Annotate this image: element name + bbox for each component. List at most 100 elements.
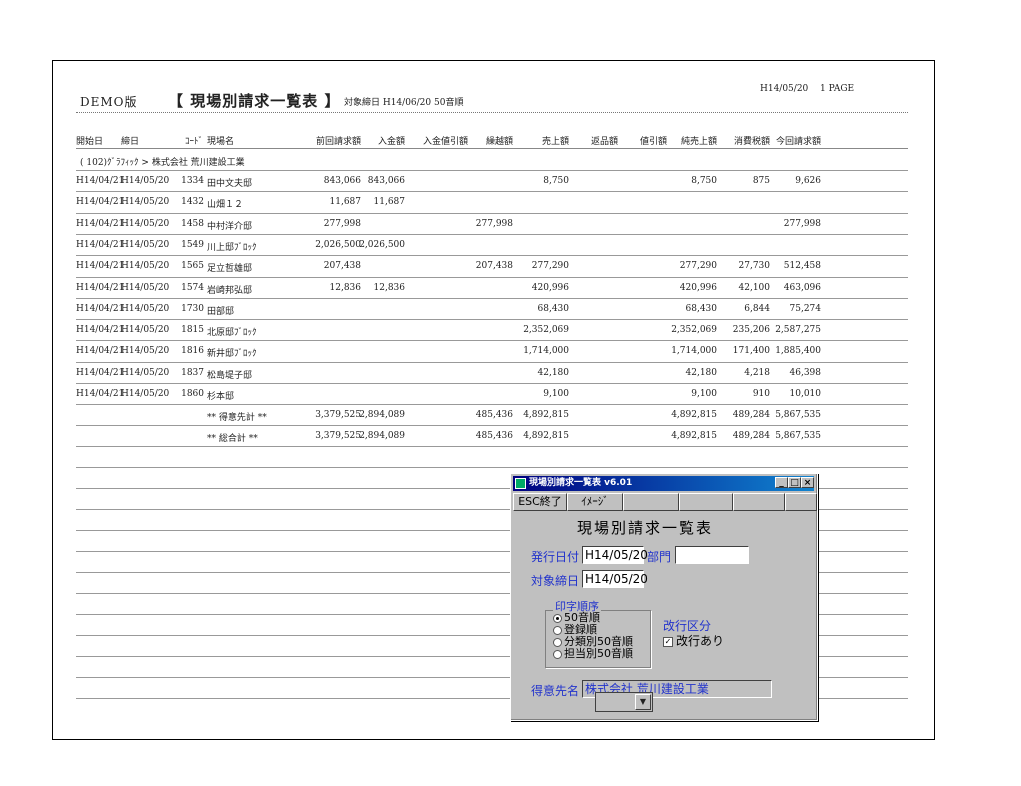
dialog-titlebar[interactable]: 現場別請求一覧表 v6.01 _ □ × [513, 476, 814, 491]
toolbar-button-4[interactable] [679, 493, 733, 511]
table-cell: H14/05/20 [121, 176, 170, 186]
group-label: ( 102)ｸﾞﾗﾌｨｯｸ > 株式会社 荒川建設工業 [80, 158, 245, 168]
table-cell: 277,290 [531, 261, 569, 272]
table-cell: 68,430 [537, 303, 570, 314]
table-cell: 843,066 [367, 176, 405, 186]
table-cell: 田中文夫邸 [207, 179, 253, 189]
table-cell: 1,885,400 [775, 346, 821, 357]
checkbox-checked-icon: ✓ [663, 636, 673, 647]
toolbar-button-3[interactable] [623, 493, 679, 511]
toolbar-button-6[interactable] [785, 493, 817, 511]
dept-field[interactable] [675, 546, 749, 564]
report-date: H14/05/20 [760, 84, 809, 94]
table-cell: 1565 [181, 261, 204, 272]
table-cell: 1730 [181, 303, 204, 314]
radio-icon [553, 637, 562, 647]
subtotal-cell: 4,892,815 [523, 410, 569, 420]
table-cell: 11,687 [373, 197, 406, 208]
column-header: 今回請求額 [775, 137, 821, 147]
table-cell: 北原邸ﾌﾞﾛｯｸ [207, 328, 257, 339]
radio-50on[interactable]: 50音順 [553, 612, 600, 623]
table-cell: 277,998 [783, 218, 821, 229]
table-cell: 8,750 [543, 176, 569, 186]
table-cell: 山畑１２ [207, 200, 244, 211]
demo-label: DEMO版 [80, 95, 138, 109]
row-separator [76, 212, 908, 214]
row-separator [76, 319, 908, 321]
table-cell: H14/05/20 [121, 346, 170, 357]
table-cell: 277,998 [323, 218, 361, 229]
total-cell: 4,892,815 [523, 431, 569, 441]
table-cell: 68,430 [685, 303, 718, 314]
close-icon[interactable]: × [801, 477, 814, 488]
app-icon [515, 478, 526, 489]
customer-combo[interactable]: ▼ [595, 692, 653, 712]
issue-date-field[interactable]: H14/05/20 [582, 546, 648, 564]
table-cell: 512,458 [783, 261, 821, 272]
settings-dialog: 現場別請求一覧表 v6.01 _ □ × ESC終了 ｲﾒｰｼﾞ 現場別請求一覧… [510, 473, 818, 721]
maximize-icon[interactable]: □ [788, 477, 801, 488]
dialog-title: 現場別請求一覧表 v6.01 [529, 478, 633, 488]
radio-registration[interactable]: 登録順 [553, 624, 597, 635]
toolbar-button-5[interactable] [733, 493, 785, 511]
empty-row-line [76, 467, 908, 468]
column-header: 現場名 [207, 137, 235, 147]
radio-category[interactable]: 分類別50音順 [553, 636, 633, 647]
row-separator [76, 383, 908, 384]
table-cell: 463,096 [783, 282, 821, 293]
chevron-down-icon[interactable]: ▼ [635, 694, 651, 710]
table-cell: 1,714,000 [523, 346, 569, 357]
column-header: 締日 [121, 137, 140, 147]
radio-staff[interactable]: 担当別50音順 [553, 648, 633, 659]
table-cell: H14/05/20 [121, 367, 170, 378]
table-cell: 1432 [181, 197, 204, 208]
image-button[interactable]: ｲﾒｰｼﾞ [567, 493, 623, 511]
table-cell: H14/04/21 [76, 367, 125, 378]
table-cell: 川上邸ﾌﾞﾛｯｸ [207, 242, 257, 253]
table-cell: 9,100 [543, 389, 569, 399]
table-cell: 10,010 [789, 389, 822, 399]
close-date-field[interactable]: H14/05/20 [582, 570, 648, 588]
table-cell: H14/05/20 [121, 303, 170, 314]
table-cell: 2,352,069 [671, 325, 717, 336]
table-cell: 1334 [181, 176, 204, 186]
checkbox-label: 改行あり [676, 634, 725, 648]
esc-exit-button[interactable]: ESC終了 [513, 493, 567, 511]
table-cell: 46,398 [789, 367, 822, 378]
header-divider [76, 112, 908, 113]
minimize-icon[interactable]: _ [775, 477, 788, 488]
pagebreak-label: 改行区分 [663, 619, 712, 633]
total-cell: 5,867,535 [775, 431, 821, 441]
table-cell: 1,714,000 [671, 346, 717, 357]
table-cell: 12,836 [373, 282, 406, 293]
radio-icon [553, 625, 562, 635]
row-separator [76, 297, 908, 299]
radio-label: 担当別50音順 [564, 647, 633, 660]
table-cell: 8,750 [691, 176, 717, 186]
table-cell: H14/05/20 [121, 218, 170, 229]
radio-selected-icon [553, 613, 562, 623]
table-cell: H14/05/20 [121, 261, 170, 272]
table-cell: 1574 [181, 282, 204, 293]
table-cell: 新井邸ﾌﾞﾛｯｸ [207, 349, 257, 360]
subtotal-cell: ** 得意先計 ** [207, 413, 267, 423]
table-cell: H14/04/21 [76, 197, 125, 208]
row-separator [76, 404, 908, 405]
row-separator [76, 233, 908, 235]
row-separator [76, 361, 908, 363]
table-cell: H14/05/20 [121, 239, 170, 250]
table-cell: 足立哲雄邸 [207, 264, 253, 275]
table-cell: 420,996 [531, 282, 569, 293]
column-header: 開始日 [76, 137, 104, 147]
pagebreak-checkbox[interactable]: ✓ 改行あり [663, 635, 724, 647]
row-separator [76, 276, 908, 278]
table-cell: 42,180 [537, 367, 570, 378]
table-cell: 1837 [181, 367, 204, 378]
table-cell: H14/05/20 [121, 389, 170, 399]
table-cell: 1860 [181, 389, 204, 399]
table-cell: H14/04/21 [76, 282, 125, 293]
table-cell: 1458 [181, 218, 204, 229]
table-cell: 9,626 [795, 176, 821, 186]
table-cell: 田部邸 [207, 306, 235, 317]
table-cell: H14/05/20 [121, 197, 170, 208]
